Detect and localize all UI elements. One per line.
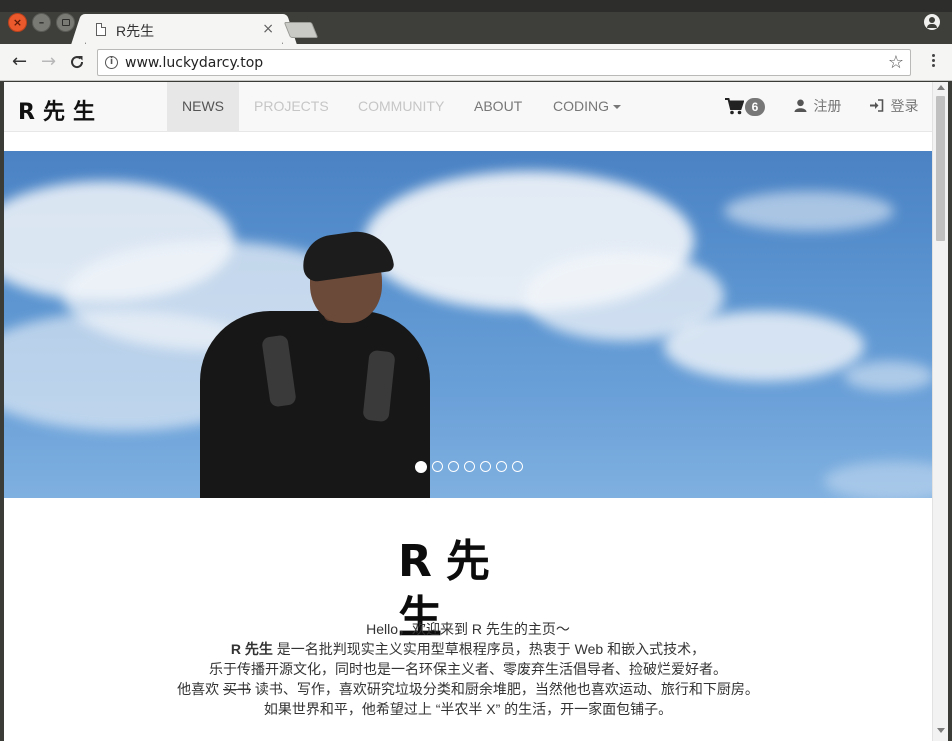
info-icon[interactable]: i <box>105 56 118 69</box>
tab-close-icon[interactable]: × <box>262 21 274 37</box>
browser-titlebar: × – R先生 × <box>0 0 952 45</box>
nav-about[interactable]: ABOUT <box>459 82 537 131</box>
shopping-cart-icon <box>725 98 745 119</box>
scroll-down-icon[interactable] <box>937 728 945 733</box>
intro-line: 如果世界和平，他希望过上 “半农半 X” 的生活，开一家面包铺子。 <box>263 701 673 717</box>
intro-line: Hello，欢迎来到 R 先生的主页〜 <box>366 621 570 637</box>
tab-title: R先生 <box>116 23 155 39</box>
url-text[interactable]: www.luckydarcy.top <box>125 55 263 71</box>
intro-name: R 先生 <box>230 641 273 657</box>
scroll-up-icon[interactable] <box>937 85 945 90</box>
page-viewport: R先生 NEWS PROJECTS COMMUNITY ABOUT CODING… <box>4 82 932 741</box>
intro-text: Hello，欢迎来到 R 先生的主页〜 R 先生 是一名批判现实主义实用型草根程… <box>4 619 932 719</box>
nav-news[interactable]: NEWS <box>167 82 239 131</box>
titlebar-strip <box>0 0 952 12</box>
user-icon <box>794 99 811 115</box>
nav-coding-dropdown[interactable]: CODING <box>538 82 636 131</box>
carousel-dot[interactable] <box>512 461 523 472</box>
intro-line: R 先生 是一名批判现实主义实用型草根程序员，热衷于 Web 和嵌入式技术， <box>4 639 932 659</box>
intro-line-text: 读书、写作，喜欢研究垃圾分类和厨余堆肥，当然他也喜欢运动、旅行和下厨房。 <box>251 681 759 697</box>
page-scrollbar[interactable] <box>932 82 948 741</box>
forward-icon[interactable]: → <box>41 52 56 72</box>
cloud <box>844 361 932 391</box>
intro-line: 乐于传播开源文化，同时也是一名环保主义者、零废弃生活倡导者、捡破烂爱好者。 <box>209 661 727 677</box>
cart-count-badge: 6 <box>745 98 765 116</box>
bookmark-star-icon[interactable]: ☆ <box>888 52 904 73</box>
carousel-dot[interactable] <box>432 461 443 472</box>
caret-down-icon <box>613 105 621 110</box>
carousel-dot[interactable] <box>480 461 491 472</box>
nav-projects[interactable]: PROJECTS <box>239 82 344 131</box>
register-label: 注册 <box>813 98 842 114</box>
carousel-dot[interactable] <box>464 461 475 472</box>
carousel-dot[interactable] <box>415 460 427 473</box>
window-minimize-button[interactable]: – <box>32 13 51 32</box>
register-link[interactable]: 注册 <box>794 82 841 131</box>
window-frame-right <box>948 82 952 741</box>
profile-icon[interactable] <box>924 14 940 30</box>
nav-coding-label: CODING <box>553 98 609 114</box>
browser-toolbar: ← → i www.luckydarcy.top ☆ <box>0 44 952 81</box>
intro-line-text: 他喜欢 <box>177 681 223 697</box>
login-link[interactable]: 登录 <box>870 82 918 131</box>
new-tab-button[interactable] <box>283 22 319 38</box>
window-close-button[interactable]: × <box>8 13 27 32</box>
intro-line-text: 是一名批判现实主义实用型草根程序员，热衷于 Web 和嵌入式技术， <box>272 641 706 657</box>
cloud <box>724 191 894 231</box>
intro-line: 他喜欢 买书 读书、写作，喜欢研究垃圾分类和厨余堆肥，当然他也喜欢运动、旅行和下… <box>4 679 932 699</box>
site-brand[interactable]: R先生 <box>18 94 103 126</box>
hero-carousel[interactable] <box>4 151 932 498</box>
address-bar[interactable]: i www.luckydarcy.top ☆ <box>97 49 911 76</box>
cloud <box>664 311 864 381</box>
maximize-icon <box>61 19 70 26</box>
carousel-dot[interactable] <box>448 461 459 472</box>
struck-text: 买书 <box>223 681 251 697</box>
login-icon <box>870 99 888 115</box>
page-icon <box>96 23 106 36</box>
site-navbar: R先生 NEWS PROJECTS COMMUNITY ABOUT CODING… <box>4 82 932 132</box>
nav-community[interactable]: COMMUNITY <box>343 82 459 131</box>
site-logo: R先生 <box>398 536 504 643</box>
reload-icon[interactable] <box>69 52 85 75</box>
browser-menu-icon[interactable] <box>932 54 936 70</box>
carousel-dot[interactable] <box>496 461 507 472</box>
browser-tab[interactable]: R先生 × <box>86 14 282 45</box>
login-label: 登录 <box>890 98 919 114</box>
scroll-thumb[interactable] <box>936 96 945 241</box>
window-maximize-button[interactable] <box>56 13 75 32</box>
carousel-indicators <box>415 460 523 473</box>
cloud <box>824 461 932 498</box>
person-figure <box>200 311 430 498</box>
back-icon[interactable]: ← <box>12 52 27 72</box>
